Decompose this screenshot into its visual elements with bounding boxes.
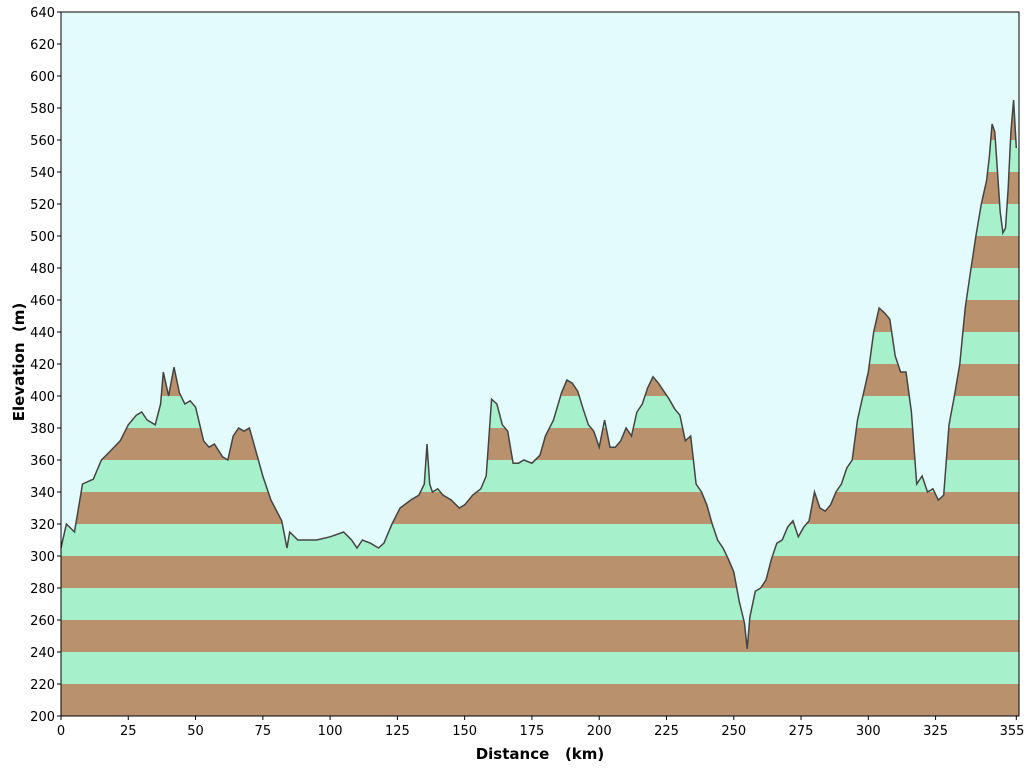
y-axis: 200 220 240 260 280 300 320 340 360 380 400 420 440 4…: [30, 6, 61, 725]
y-tick-label: 500: [30, 230, 55, 245]
x-tick-label: 125: [385, 724, 410, 739]
y-tick-label: 620: [30, 38, 55, 53]
x-tick-label: 50: [187, 724, 204, 739]
y-tick-label: 360: [30, 454, 55, 469]
y-tick-label: 460: [30, 294, 55, 309]
elevation-band: [61, 684, 1019, 716]
x-tick-label: 200: [587, 724, 612, 739]
elevation-profile-chart: 200 220 240 260 280 300 320 340 360 380 400 420 440 4…: [10, 6, 1024, 763]
y-tick-label: 600: [30, 70, 55, 85]
y-tick-label: 640: [30, 6, 55, 21]
y-tick-label: 580: [30, 102, 55, 117]
x-tick-label: 25: [120, 724, 137, 739]
x-tick-label: 325: [923, 724, 948, 739]
x-tick-label: 150: [452, 724, 477, 739]
x-tick-label: 300: [856, 724, 881, 739]
y-tick-label: 480: [30, 262, 55, 277]
y-axis-title: Elevation (m): [10, 303, 28, 422]
y-tick-label: 220: [30, 678, 55, 693]
elevation-band: [61, 492, 1019, 524]
x-axis-title: Distance (km): [476, 745, 605, 763]
y-tick-label: 380: [30, 422, 55, 437]
x-tick-label: 275: [789, 724, 814, 739]
y-tick-label: 280: [30, 582, 55, 597]
y-tick-label: 300: [30, 550, 55, 565]
elevation-band: [61, 524, 1019, 556]
x-tick-label: 75: [255, 724, 272, 739]
x-axis: 0 25 50 75 100 125 150 175 200 225 250 275 300 325 355: [57, 716, 1024, 739]
y-tick-label: 520: [30, 198, 55, 213]
y-tick-label: 540: [30, 166, 55, 181]
elevation-band: [61, 556, 1019, 588]
y-tick-label: 260: [30, 614, 55, 629]
x-tick-label: 250: [721, 724, 746, 739]
elevation-band: [61, 460, 1019, 492]
y-tick-label: 240: [30, 646, 55, 661]
y-tick-label: 200: [30, 710, 55, 725]
elevation-band: [61, 588, 1019, 620]
x-tick-label: 175: [520, 724, 545, 739]
y-tick-label: 440: [30, 326, 55, 341]
x-tick-label: 0: [57, 724, 65, 739]
elevation-band: [61, 620, 1019, 652]
y-tick-label: 560: [30, 134, 55, 149]
x-tick-label: 225: [654, 724, 679, 739]
y-tick-label: 420: [30, 358, 55, 373]
x-tick-label: 355: [1000, 724, 1024, 739]
elevation-band: [61, 652, 1019, 684]
y-tick-label: 340: [30, 486, 55, 501]
x-tick-label: 100: [318, 724, 343, 739]
y-tick-label: 400: [30, 390, 55, 405]
y-tick-label: 320: [30, 518, 55, 533]
